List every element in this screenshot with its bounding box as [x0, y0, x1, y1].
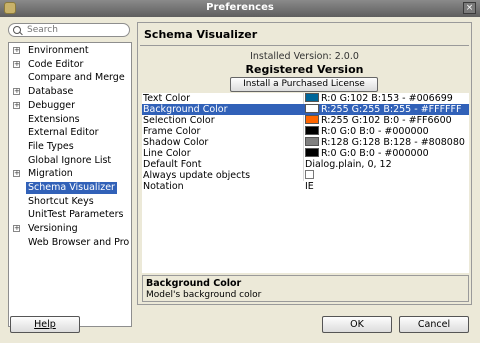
property-value-text: R:255 G:255 B:255 - #FFFFFF — [321, 104, 462, 115]
property-value[interactable]: IE — [305, 181, 314, 192]
tree-item-label: Extensions — [28, 113, 80, 125]
property-value-text: R:255 G:102 B:0 - #FF6600 — [321, 115, 452, 126]
preferences-dialog: Preferences × + Environment + Code Editor Co… — [0, 0, 480, 343]
color-swatch — [305, 93, 319, 102]
close-button[interactable]: × — [463, 2, 476, 14]
expand-icon[interactable]: + — [13, 47, 20, 54]
tree-item-label: Debugger — [28, 99, 76, 111]
property-row[interactable]: Always update objects — [142, 170, 469, 181]
tree-item-label: Versioning — [28, 223, 78, 235]
page-title: Schema Visualizer — [144, 28, 258, 41]
color-swatch — [305, 104, 319, 113]
property-row[interactable]: Default Font Dialog.plain, 0, 12 — [142, 159, 469, 170]
color-swatch — [305, 137, 319, 146]
property-name: Shadow Color — [143, 137, 209, 148]
tree-item-label: UnitTest Parameters — [28, 209, 124, 221]
tree-item-label: Code Editor — [28, 58, 84, 70]
tree-item-label: Schema Visualizer — [26, 182, 117, 194]
property-value[interactable]: R:0 G:0 B:0 - #000000 — [305, 148, 429, 159]
property-value-text: Dialog.plain, 0, 12 — [305, 159, 392, 170]
ok-button[interactable]: OK — [322, 316, 392, 333]
registered-version: Registered Version — [245, 63, 364, 76]
tree-item-label: Global Ignore List — [28, 154, 112, 166]
property-name: Frame Color — [143, 126, 201, 137]
tree-item-label: Compare and Merge — [28, 72, 125, 84]
property-value-text: R:128 G:128 B:128 - #808080 — [321, 137, 465, 148]
settings-panel: Schema Visualizer Installed Version: 2.0… — [137, 22, 472, 305]
property-value-text: IE — [305, 181, 314, 192]
property-value-text: R:0 G:102 B:153 - #006699 — [321, 93, 453, 104]
property-value[interactable]: R:128 G:128 B:128 - #808080 — [305, 137, 465, 148]
property-table: Text Color R:0 G:102 B:153 - #006699 Backg… — [142, 93, 469, 273]
property-value[interactable]: R:255 G:102 B:0 - #FF6600 — [305, 115, 452, 126]
expand-icon[interactable]: + — [13, 170, 20, 178]
cancel-button[interactable]: Cancel — [399, 316, 469, 333]
property-row[interactable]: Line Color R:0 G:0 B:0 - #000000 — [142, 148, 469, 159]
property-row[interactable]: Notation IE — [142, 181, 469, 192]
property-value[interactable]: R:0 G:0 B:0 - #000000 — [305, 126, 429, 137]
search-box[interactable] — [8, 23, 130, 37]
window-title: Preferences — [206, 2, 274, 13]
help-button[interactable]: Help — [10, 316, 80, 333]
tree-item-label: Migration — [28, 168, 73, 180]
color-swatch — [305, 115, 319, 124]
title-divider — [140, 45, 469, 46]
property-value-text: R:0 G:0 B:0 - #000000 — [321, 126, 429, 137]
property-row[interactable]: Frame Color R:0 G:0 B:0 - #000000 — [142, 126, 469, 137]
property-name: Default Font — [143, 159, 202, 170]
property-name: Notation — [143, 181, 184, 192]
color-swatch — [305, 126, 319, 135]
tree-item-label: Database — [28, 86, 74, 98]
property-value[interactable]: R:0 G:102 B:153 - #006699 — [305, 93, 453, 104]
property-name: Always update objects — [143, 170, 251, 181]
install-license-button[interactable]: Install a Purchased License — [230, 77, 378, 92]
title-bar: Preferences × — [0, 0, 480, 17]
expand-icon[interactable]: + — [13, 88, 20, 96]
search-icon — [13, 26, 21, 34]
property-name: Line Color — [143, 148, 191, 159]
property-row[interactable]: Selection Color R:255 G:102 B:0 - #FF6600 — [142, 115, 469, 126]
expand-icon[interactable]: + — [13, 60, 20, 68]
property-name: Background Color — [143, 104, 228, 115]
category-tree[interactable]: + Environment + Code Editor Compare and Merg… — [8, 42, 132, 327]
tree-item-label: Shortcut Keys — [28, 195, 94, 207]
property-row[interactable]: Shadow Color R:128 G:128 B:128 - #808080 — [142, 137, 469, 148]
installed-version: Installed Version: 2.0.0 — [250, 51, 359, 62]
property-value-text: R:0 G:0 B:0 - #000000 — [321, 148, 429, 159]
description-box: Background Color Model's background colo… — [142, 275, 469, 302]
always-update-checkbox[interactable] — [305, 170, 314, 179]
tree-item-label: External Editor — [28, 127, 99, 139]
property-name: Selection Color — [143, 115, 215, 126]
expand-icon[interactable]: + — [13, 225, 20, 233]
property-value[interactable]: Dialog.plain, 0, 12 — [305, 159, 392, 170]
description-title: Background Color — [146, 278, 242, 289]
help-button-label: Help — [34, 319, 56, 330]
description-text: Model's background color — [146, 290, 262, 300]
tree-item-label: File Types — [28, 140, 74, 152]
property-value[interactable]: R:255 G:255 B:255 - #FFFFFF — [305, 104, 461, 115]
left-pane: + Environment + Code Editor Compare and Merg… — [6, 22, 132, 327]
color-swatch — [305, 148, 319, 157]
search-input[interactable] — [27, 25, 122, 35]
expand-icon[interactable]: + — [13, 101, 20, 109]
property-row[interactable]: Text Color R:0 G:102 B:153 - #006699 — [142, 93, 469, 104]
property-row[interactable]: Background Color R:255 G:255 B:255 - #FFF… — [142, 104, 469, 115]
tree-item-label: Web Browser and Pro — [28, 236, 130, 248]
tree-item-label: Environment — [28, 45, 89, 56]
property-name: Text Color — [143, 93, 191, 104]
